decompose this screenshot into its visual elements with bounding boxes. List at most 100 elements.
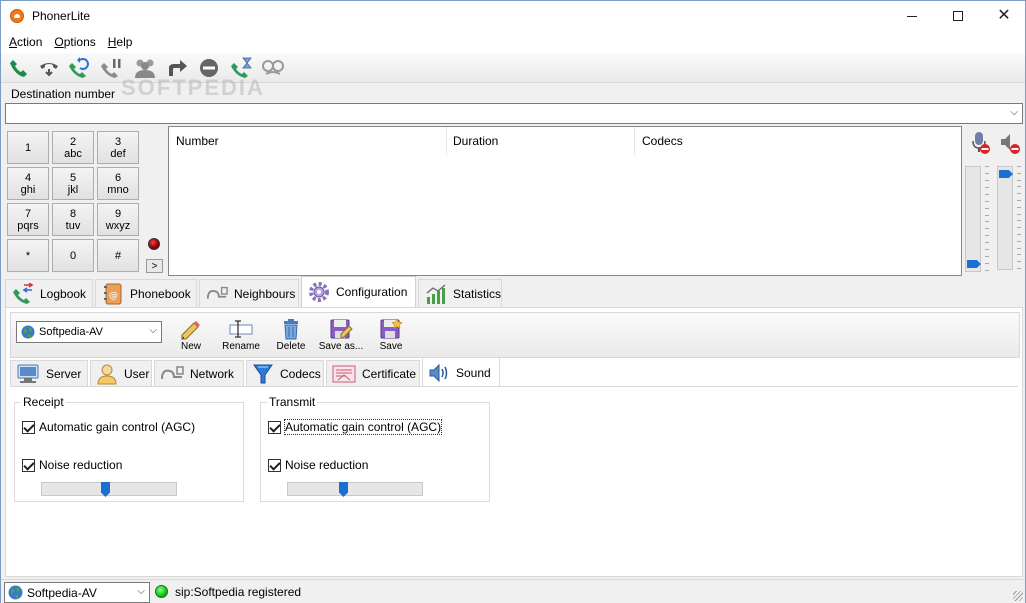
configuration-panel: Softpedia-AV ⌵ New Rename Delete Save as… [5, 307, 1023, 577]
slider-tick [1017, 200, 1021, 201]
menu-action[interactable]: Action [3, 35, 48, 49]
receipt-agc-checkbox-row[interactable]: Automatic gain control (AGC) [22, 420, 195, 434]
column-header-duration[interactable]: Duration [446, 127, 635, 155]
microphone-volume-ticks [985, 166, 989, 272]
keypad-key-7[interactable]: 7 pqrs [7, 203, 49, 236]
column-header-codecs[interactable]: Codecs [635, 127, 957, 155]
close-icon: ✕ [997, 7, 1011, 24]
receipt-noise-reduction-slider[interactable] [41, 482, 177, 497]
status-profile-select[interactable]: Softpedia-AV ⌵ [4, 582, 150, 603]
resize-grip-icon[interactable] [1013, 591, 1023, 601]
hangup-button[interactable] [37, 56, 61, 80]
chevron-down-icon[interactable]: ⌵ [137, 586, 145, 597]
certificate-icon [332, 365, 356, 382]
keypad-key-6[interactable]: 6 mno [97, 167, 139, 200]
hold-icon [101, 59, 121, 78]
save-as-profile-button[interactable]: Save as... [316, 317, 366, 357]
chevron-down-icon[interactable]: ⌵ [149, 325, 157, 336]
transmit-noise-reduction-slider[interactable] [287, 482, 423, 497]
minimize-button[interactable] [889, 1, 935, 31]
receipt-group-title: Receipt [21, 395, 66, 409]
keypad-key-8[interactable]: 8 tuv [52, 203, 94, 236]
slider-tick [1017, 254, 1021, 255]
delete-profile-button[interactable]: Delete [266, 317, 316, 357]
transmit-group: Transmit Automatic gain control (AGC) No… [260, 395, 490, 502]
receipt-noise-reduction-checkbox-row[interactable]: Noise reduction [22, 458, 122, 472]
keypad-key-0[interactable]: 0 [52, 239, 94, 272]
slider-tick [985, 228, 989, 229]
close-button[interactable]: ✕ [981, 1, 1026, 31]
tab-phonebook[interactable]: @ Phonebook [95, 279, 197, 307]
transmit-noise-reduction-checkbox[interactable] [268, 458, 281, 472]
keypad-key-hash[interactable]: # [97, 239, 139, 272]
speaker-volume-slider[interactable] [997, 166, 1013, 270]
record-indicator-icon[interactable] [148, 238, 160, 250]
save-icon [380, 318, 403, 339]
rename-icon [229, 320, 253, 338]
redial-button[interactable] [67, 56, 91, 80]
transmit-agc-checkbox[interactable] [268, 420, 281, 434]
receipt-agc-checkbox[interactable] [22, 420, 35, 434]
slider-tick [1017, 248, 1021, 249]
rename-profile-button[interactable]: Rename [216, 317, 266, 357]
microphone-muted-icon[interactable] [969, 131, 991, 155]
minimize-icon [907, 15, 917, 17]
slider-tick [985, 235, 989, 236]
slider-thumb[interactable] [967, 260, 981, 268]
status-bar: Softpedia-AV ⌵ sip:Softpedia registered [1, 579, 1025, 603]
chevron-down-icon[interactable]: ⌵ [1010, 107, 1018, 118]
subtab-user[interactable]: User [90, 360, 152, 386]
destination-number-input[interactable] [6, 104, 996, 123]
keypad-key-4[interactable]: 4 ghi [7, 167, 49, 200]
save-profile-button[interactable]: Save [366, 317, 416, 357]
tab-configuration[interactable]: Configuration [301, 276, 416, 307]
profile-toolbar: Softpedia-AV ⌵ New Rename Delete Save as… [10, 312, 1020, 358]
slider-tick [985, 201, 989, 202]
receipt-noise-reduction-checkbox[interactable] [22, 458, 35, 472]
keypad-key-9[interactable]: 9 wxyz [97, 203, 139, 236]
slider-tick [985, 166, 989, 167]
expand-keypad-button[interactable]: > [146, 259, 163, 273]
hold-button[interactable] [99, 56, 123, 80]
subtab-codecs[interactable]: Codecs [246, 360, 324, 386]
tab-statistics[interactable]: Statistics [418, 279, 502, 307]
slider-tick [985, 208, 989, 209]
subtab-network[interactable]: Network [154, 360, 244, 386]
transmit-agc-checkbox-row[interactable]: Automatic gain control (AGC) [268, 419, 443, 435]
new-profile-button[interactable]: New [166, 317, 216, 357]
destination-number-combo[interactable]: ⌵ [5, 103, 1023, 124]
column-header-number[interactable]: Number [169, 127, 447, 155]
slider-tick [985, 256, 989, 257]
registration-status-icon [155, 585, 168, 598]
slider-tick [985, 242, 989, 243]
slider-tick [1017, 268, 1021, 269]
slider-tick [1017, 180, 1021, 181]
save-as-icon [330, 319, 353, 339]
microphone-volume-slider[interactable] [965, 166, 981, 272]
tab-logbook[interactable]: Logbook [5, 279, 93, 307]
globe-icon [21, 325, 35, 339]
phonebook-icon: @ [104, 283, 122, 304]
keypad-key-5[interactable]: 5 jkl [52, 167, 94, 200]
tab-neighbours[interactable]: Neighbours [199, 279, 299, 307]
slider-thumb[interactable] [101, 482, 110, 497]
speaker-muted-icon[interactable] [999, 131, 1021, 155]
transmit-noise-reduction-checkbox-row[interactable]: Noise reduction [268, 458, 368, 472]
call-button[interactable] [7, 56, 31, 80]
subtab-server[interactable]: Server [10, 360, 88, 386]
maximize-button[interactable] [935, 1, 981, 31]
subtab-sound[interactable]: Sound [422, 357, 500, 387]
keypad-key-star[interactable]: * [7, 239, 49, 272]
keypad-key-1[interactable]: 1 [7, 131, 49, 164]
slider-tick [1017, 227, 1021, 228]
slider-thumb[interactable] [999, 170, 1013, 178]
svg-text:@: @ [109, 291, 118, 301]
calls-list[interactable]: Number Duration Codecs [168, 126, 962, 276]
subtab-certificate[interactable]: Certificate [326, 360, 420, 386]
profile-select[interactable]: Softpedia-AV ⌵ [16, 321, 162, 343]
keypad-key-2[interactable]: 2 abc [52, 131, 94, 164]
menu-help[interactable]: Help [102, 35, 139, 49]
slider-thumb[interactable] [339, 482, 348, 497]
menu-options[interactable]: Options [48, 35, 101, 49]
keypad-key-3[interactable]: 3 def [97, 131, 139, 164]
